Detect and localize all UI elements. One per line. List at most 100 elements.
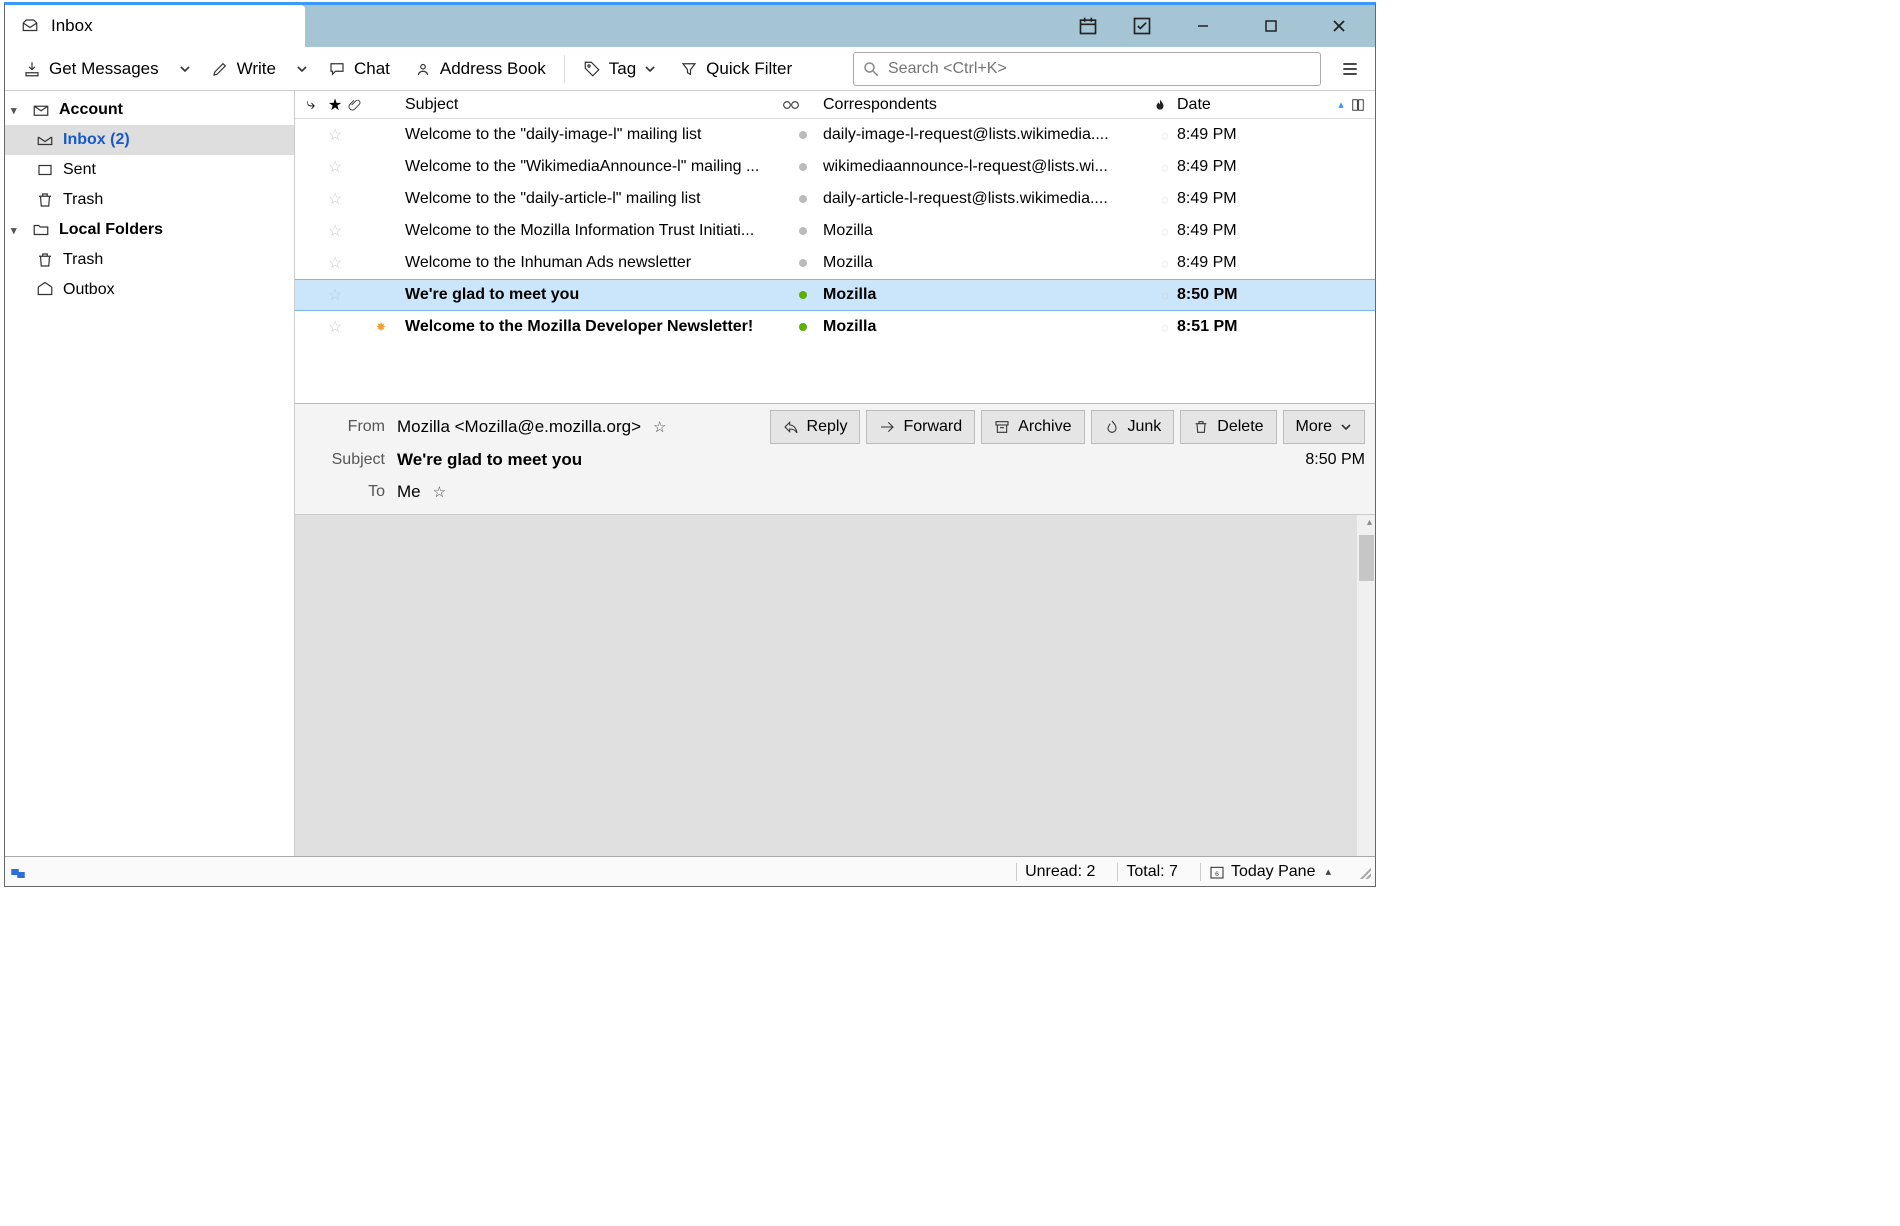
row-read-dot[interactable] bbox=[783, 318, 823, 336]
today-pane-label: Today Pane bbox=[1231, 863, 1316, 881]
scrollbar[interactable]: ▴ bbox=[1357, 515, 1375, 856]
message-row[interactable]: ☆Welcome to the Mozilla Information Trus… bbox=[295, 215, 1375, 247]
get-messages-dropdown[interactable] bbox=[173, 63, 197, 75]
col-picker-icon[interactable] bbox=[1351, 98, 1375, 112]
minimize-button[interactable] bbox=[1181, 5, 1225, 47]
tab-inbox[interactable]: Inbox bbox=[5, 5, 305, 47]
row-date: 8:49 PM bbox=[1177, 158, 1331, 176]
to-value: Me bbox=[397, 482, 421, 502]
chat-icon bbox=[328, 60, 346, 78]
message-date: 8:50 PM bbox=[1305, 451, 1365, 469]
col-sort-indicator[interactable]: ▴ bbox=[1331, 98, 1351, 111]
tree-local-trash-label: Trash bbox=[63, 251, 103, 269]
reply-button[interactable]: Reply bbox=[770, 410, 861, 444]
chat-button[interactable]: Chat bbox=[318, 51, 400, 87]
today-pane-toggle[interactable]: 6 Today Pane bbox=[1200, 863, 1339, 881]
message-list-headers: ⤷ ★ Subject Correspondents Date ▴ bbox=[295, 91, 1375, 119]
tree-twisty-icon[interactable]: ▾ bbox=[11, 224, 23, 237]
pencil-icon bbox=[211, 60, 229, 78]
row-correspondent: Mozilla bbox=[823, 318, 1153, 336]
row-read-dot[interactable] bbox=[783, 190, 823, 208]
search-input[interactable] bbox=[888, 60, 1312, 78]
maximize-button[interactable] bbox=[1249, 5, 1293, 47]
message-body-pane[interactable]: ▴ bbox=[295, 515, 1375, 856]
tree-outbox[interactable]: Outbox bbox=[5, 275, 294, 305]
col-attachment-icon[interactable] bbox=[347, 98, 371, 112]
col-correspondents[interactable]: Correspondents bbox=[823, 96, 1153, 114]
forward-icon bbox=[879, 419, 895, 435]
forward-button[interactable]: Forward bbox=[866, 410, 975, 444]
quick-filter-label: Quick Filter bbox=[706, 59, 792, 79]
tree-sent[interactable]: Sent bbox=[5, 155, 294, 185]
row-read-dot[interactable] bbox=[783, 158, 823, 176]
col-date[interactable]: Date bbox=[1177, 96, 1331, 114]
row-junk-icon[interactable]: ◌ bbox=[1153, 160, 1177, 175]
scroll-up-icon[interactable]: ▴ bbox=[1367, 517, 1372, 528]
resize-grip[interactable] bbox=[1357, 865, 1371, 879]
junk-button[interactable]: Junk bbox=[1091, 410, 1175, 444]
row-correspondent: wikimediaannounce-l-request@lists.wi... bbox=[823, 158, 1153, 176]
row-junk-icon[interactable]: ◌ bbox=[1153, 224, 1177, 239]
row-junk-icon[interactable]: ◌ bbox=[1153, 192, 1177, 207]
row-star-icon[interactable]: ☆ bbox=[323, 157, 347, 177]
row-star-icon[interactable]: ☆ bbox=[323, 221, 347, 241]
delete-button[interactable]: Delete bbox=[1180, 410, 1276, 444]
tree-local-trash[interactable]: Trash bbox=[5, 245, 294, 275]
more-button[interactable]: More bbox=[1283, 410, 1365, 444]
from-label: From bbox=[315, 418, 385, 436]
row-star-icon[interactable]: ☆ bbox=[323, 285, 347, 305]
message-row[interactable]: ☆We're glad to meet youMozilla◌8:50 PM bbox=[295, 279, 1375, 311]
message-row[interactable]: ☆Welcome to the Inhuman Ads newsletterMo… bbox=[295, 247, 1375, 279]
tree-account-root[interactable]: ▾ Account bbox=[5, 95, 294, 125]
row-read-dot[interactable] bbox=[783, 126, 823, 144]
tasks-icon[interactable] bbox=[1127, 5, 1157, 47]
col-subject[interactable]: Subject bbox=[371, 96, 783, 114]
tree-inbox[interactable]: Inbox (2) bbox=[5, 125, 294, 155]
message-row[interactable]: ☆Welcome to the "WikimediaAnnounce-l" ma… bbox=[295, 151, 1375, 183]
row-junk-icon[interactable]: ◌ bbox=[1153, 288, 1177, 303]
col-star-icon[interactable]: ★ bbox=[323, 95, 347, 115]
row-junk-icon[interactable]: ◌ bbox=[1153, 128, 1177, 143]
write-dropdown[interactable] bbox=[290, 63, 314, 75]
calendar-icon[interactable] bbox=[1073, 5, 1103, 47]
row-read-dot[interactable] bbox=[783, 254, 823, 272]
tree-local-root[interactable]: ▾ Local Folders bbox=[5, 215, 294, 245]
get-messages-button[interactable]: Get Messages bbox=[13, 51, 169, 87]
scroll-thumb[interactable] bbox=[1359, 535, 1374, 581]
row-junk-icon[interactable]: ◌ bbox=[1153, 320, 1177, 335]
tree-trash[interactable]: Trash bbox=[5, 185, 294, 215]
app-menu-button[interactable] bbox=[1333, 52, 1367, 86]
star-recipient-icon[interactable]: ☆ bbox=[433, 483, 446, 501]
message-row[interactable]: ☆Welcome to the "daily-article-l" mailin… bbox=[295, 183, 1375, 215]
row-junk-icon[interactable]: ◌ bbox=[1153, 256, 1177, 271]
col-read-icon[interactable] bbox=[783, 100, 823, 110]
archive-button[interactable]: Archive bbox=[981, 410, 1084, 444]
folder-tree: ▾ Account Inbox (2) Sent bbox=[5, 91, 295, 856]
inbox-folder-icon bbox=[35, 130, 55, 150]
quick-filter-button[interactable]: Quick Filter bbox=[670, 51, 802, 87]
row-read-dot[interactable] bbox=[783, 286, 823, 304]
message-row[interactable]: ☆Welcome to the "daily-image-l" mailing … bbox=[295, 119, 1375, 151]
address-book-button[interactable]: Address Book bbox=[404, 51, 556, 87]
write-button[interactable]: Write bbox=[201, 51, 286, 87]
online-status-icon[interactable] bbox=[9, 863, 27, 881]
row-subject: Welcome to the Mozilla Developer Newslet… bbox=[391, 318, 783, 336]
col-junk-icon[interactable] bbox=[1153, 98, 1177, 112]
tree-inbox-label: Inbox (2) bbox=[63, 131, 130, 149]
row-read-dot[interactable] bbox=[783, 222, 823, 240]
row-star-icon[interactable]: ☆ bbox=[323, 189, 347, 209]
row-star-icon[interactable]: ☆ bbox=[323, 317, 347, 337]
row-star-icon[interactable]: ☆ bbox=[323, 253, 347, 273]
message-row[interactable]: ☆✸Welcome to the Mozilla Developer Newsl… bbox=[295, 311, 1375, 343]
junk-label: Junk bbox=[1128, 418, 1162, 436]
search-box[interactable] bbox=[853, 52, 1321, 86]
col-thread-icon[interactable]: ⤷ bbox=[299, 96, 323, 114]
tag-button[interactable]: Tag bbox=[573, 51, 666, 87]
row-star-icon[interactable]: ☆ bbox=[323, 125, 347, 145]
today-pane-icon: 6 bbox=[1209, 864, 1225, 880]
tree-twisty-icon[interactable]: ▾ bbox=[11, 104, 23, 117]
local-folders-icon bbox=[31, 220, 51, 240]
star-contact-icon[interactable]: ☆ bbox=[653, 418, 666, 436]
tag-label: Tag bbox=[609, 59, 636, 79]
close-button[interactable] bbox=[1317, 5, 1361, 47]
